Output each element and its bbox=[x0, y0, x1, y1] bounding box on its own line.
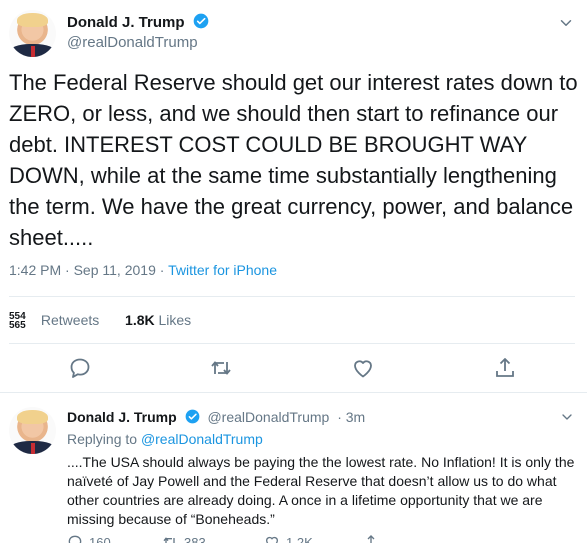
replying-to-link[interactable]: @realDonaldTrump bbox=[141, 431, 263, 447]
tweet-actions bbox=[0, 356, 587, 386]
main-tweet: Donald J. Trump @realDonaldTrump The Fed… bbox=[0, 0, 587, 392]
tweet-text: The Federal Reserve should get our inter… bbox=[9, 70, 578, 250]
reply-icon bbox=[68, 535, 82, 543]
author-name[interactable]: Donald J. Trump bbox=[67, 13, 209, 31]
engagement-stats: 554 565 Retweets 1.8K Likes bbox=[9, 312, 191, 328]
meta-separator-2: · bbox=[155, 262, 169, 278]
tweet-source-link[interactable]: Twitter for iPhone bbox=[168, 262, 277, 278]
heart-icon[interactable] bbox=[351, 356, 375, 380]
retweet-count: 383 bbox=[184, 534, 206, 543]
reply-author-line: Donald J. Trump @realDonaldTrump · 3m bbox=[67, 409, 365, 425]
likes-count[interactable]: 1.8K bbox=[125, 312, 155, 328]
author-avatar[interactable] bbox=[9, 10, 56, 57]
avatar-hair bbox=[17, 12, 48, 27]
share-icon bbox=[367, 535, 375, 543]
author-handle[interactable]: @realDonaldTrump bbox=[67, 34, 198, 51]
verified-badge-icon bbox=[193, 13, 209, 29]
share-icon[interactable] bbox=[493, 356, 517, 380]
chevron-down-icon[interactable] bbox=[559, 409, 575, 425]
retweets-count[interactable]: 554 565 bbox=[9, 312, 37, 328]
reply-author-handle[interactable]: @realDonaldTrump bbox=[207, 409, 329, 425]
retweet-icon[interactable] bbox=[209, 356, 233, 380]
avatar-tie bbox=[31, 442, 35, 454]
reply-icon[interactable] bbox=[68, 356, 92, 380]
reply-share-action[interactable] bbox=[363, 534, 379, 543]
meta-separator: · bbox=[61, 262, 74, 278]
divider-top bbox=[9, 296, 575, 297]
avatar-hair bbox=[17, 409, 48, 424]
reply-count: 160 bbox=[89, 534, 111, 543]
tweet-meta: 1:42 PM · Sep 11, 2019 · Twitter for iPh… bbox=[9, 262, 277, 278]
like-count: 1.2K bbox=[286, 534, 313, 543]
reply-actions: 160 383 1.2K bbox=[67, 534, 447, 543]
reply-author-avatar[interactable] bbox=[9, 407, 56, 454]
reply-age[interactable]: · 3m bbox=[337, 409, 365, 425]
reply-reply-action[interactable]: 160 bbox=[67, 534, 111, 543]
reply-tweet[interactable]: Donald J. Trump @realDonaldTrump · 3m Re… bbox=[0, 392, 587, 543]
heart-icon bbox=[265, 536, 279, 543]
likes-label[interactable]: Likes bbox=[159, 312, 192, 328]
retweets-label[interactable]: Retweets bbox=[41, 312, 99, 328]
replying-prefix: Replying to bbox=[67, 431, 138, 447]
author-name-text[interactable]: Donald J. Trump bbox=[67, 14, 185, 31]
retweet-icon bbox=[163, 537, 176, 543]
reply-author-name[interactable]: Donald J. Trump bbox=[67, 409, 177, 425]
avatar-tie bbox=[31, 45, 35, 57]
reply-retweet-action[interactable]: 383 bbox=[162, 534, 206, 543]
replying-to: Replying to @realDonaldTrump bbox=[67, 431, 263, 447]
reply-like-action[interactable]: 1.2K bbox=[264, 534, 313, 543]
tweet-date[interactable]: Sep 11, 2019 bbox=[74, 262, 156, 278]
tweet-time[interactable]: 1:42 PM bbox=[9, 262, 61, 278]
reply-text: ....The USA should always be paying the … bbox=[67, 454, 575, 527]
divider-bottom bbox=[9, 343, 575, 344]
verified-badge-icon bbox=[185, 409, 199, 424]
chevron-down-icon[interactable] bbox=[557, 14, 575, 32]
